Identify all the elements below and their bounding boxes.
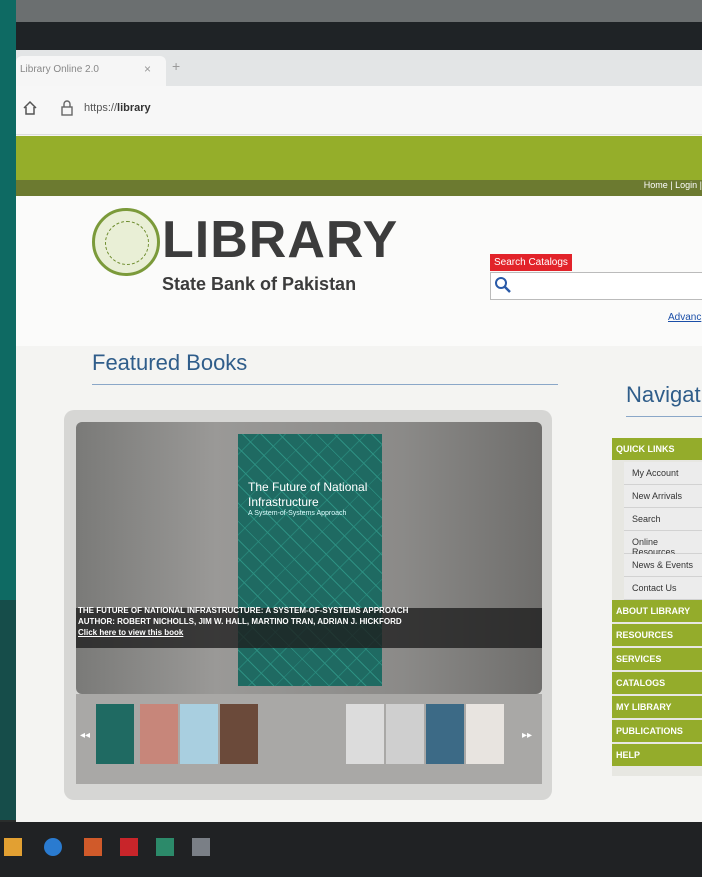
- nav-publications[interactable]: PUBLICATIONS: [612, 720, 702, 742]
- home-icon[interactable]: [22, 100, 38, 116]
- nav-label: QUICK LINKS: [616, 444, 675, 454]
- advanced-search-link[interactable]: Advanc: [668, 312, 701, 323]
- nav-label: Search: [632, 514, 661, 524]
- brand-subtitle: State Bank of Pakistan: [162, 274, 357, 294]
- tab-close-icon[interactable]: ×: [144, 62, 151, 76]
- sbp-seal-logo: [92, 208, 160, 276]
- book-caption-title: THE FUTURE OF NATIONAL INFRASTRUCTURE: A…: [78, 606, 409, 615]
- nav-catalogs[interactable]: CATALOGS: [612, 672, 702, 694]
- nav-item-news-events[interactable]: News & Events: [624, 554, 702, 577]
- book-cover-title: The Future of National Infrastructure: [248, 480, 368, 509]
- nav-label: SERVICES: [616, 654, 662, 664]
- url-text[interactable]: https://library: [84, 102, 151, 114]
- os-taskbar: [0, 822, 702, 877]
- seal-inner-ring: [105, 221, 149, 265]
- nav-quick-links[interactable]: QUICK LINKS: [612, 438, 702, 460]
- nav-item-online-resources[interactable]: Online Resources: [624, 531, 702, 557]
- taskbar-app-icon[interactable]: [4, 838, 22, 856]
- navigation-heading: Navigatio: [626, 382, 702, 407]
- taskbar-app-icon[interactable]: [192, 838, 210, 856]
- nav-label: ABOUT LIBRARY: [616, 606, 691, 616]
- book-thumbnail[interactable]: [386, 704, 424, 764]
- nav-label: Contact Us: [632, 583, 677, 593]
- taskbar-edge-icon[interactable]: [44, 838, 62, 856]
- featured-books-heading: Featured Books: [92, 350, 248, 375]
- book-thumbnail[interactable]: [96, 704, 134, 764]
- desk-background-left: [0, 0, 16, 600]
- navigation-divider: [626, 416, 702, 417]
- nav-resources[interactable]: RESOURCES: [612, 624, 702, 646]
- lock-icon: [61, 100, 73, 116]
- search-icon[interactable]: [494, 276, 512, 294]
- nav-label: News & Events: [632, 560, 694, 570]
- nav-my-library[interactable]: MY LIBRARY: [612, 696, 702, 718]
- nav-label: New Arrivals: [632, 491, 683, 501]
- nav-about-library[interactable]: ABOUT LIBRARY: [612, 600, 702, 622]
- site-dark-strip: [16, 180, 702, 196]
- nav-label: CATALOGS: [616, 678, 666, 688]
- nav-item-my-account[interactable]: My Account: [624, 462, 702, 485]
- navigation-menu: QUICK LINKS My Account New Arrivals Sear…: [612, 438, 702, 776]
- taskbar-pdf-icon[interactable]: [120, 838, 138, 856]
- brand-title: LIBRARY: [162, 211, 399, 269]
- browser-tab[interactable]: Library Online 2.0 ×: [16, 56, 166, 86]
- search-catalog-label: Search Catalogs: [490, 254, 572, 271]
- carousel-prev-button[interactable]: ◂◂: [80, 730, 90, 741]
- nav-item-search[interactable]: Search: [624, 508, 702, 531]
- top-link-home[interactable]: Home: [644, 180, 668, 190]
- book-thumbnail[interactable]: [220, 704, 258, 764]
- taskbar-app-icon[interactable]: [156, 838, 174, 856]
- top-links: Home | Login |: [644, 180, 702, 190]
- search-input[interactable]: [490, 272, 702, 300]
- nav-item-new-arrivals[interactable]: New Arrivals: [624, 485, 702, 508]
- nav-label: RESOURCES: [616, 630, 674, 640]
- nav-item-contact-us[interactable]: Contact Us: [624, 577, 702, 600]
- book-cover-subtitle: A System-of-Systems Approach: [248, 510, 347, 517]
- featured-divider: [92, 384, 558, 385]
- nav-label: MY LIBRARY: [616, 702, 672, 712]
- tab-bar: Library Online 2.0 × +: [16, 50, 702, 86]
- top-link-separator: |: [670, 180, 673, 190]
- book-thumbnail[interactable]: [426, 704, 464, 764]
- book-thumbnail[interactable]: [466, 704, 504, 764]
- book-thumbnail[interactable]: [140, 704, 178, 764]
- nav-label: My Account: [632, 468, 679, 478]
- desk-background-left-lower: [0, 600, 16, 820]
- nav-services[interactable]: SERVICES: [612, 648, 702, 670]
- tab-title: Library Online 2.0: [20, 64, 99, 75]
- book-caption-author: AUTHOR: ROBERT NICHOLLS, JIM W. HALL, MA…: [78, 617, 402, 626]
- book-thumbnail[interactable]: [346, 704, 384, 764]
- new-tab-icon[interactable]: +: [172, 58, 180, 74]
- taskbar-app-icon[interactable]: [84, 838, 102, 856]
- book-thumbnail[interactable]: [180, 704, 218, 764]
- book-cover-pattern: [238, 434, 382, 686]
- top-link-login[interactable]: Login: [675, 180, 697, 190]
- site-green-bar: [16, 136, 702, 180]
- carousel-next-button[interactable]: ▸▸: [522, 730, 532, 741]
- nav-help[interactable]: HELP: [612, 744, 702, 766]
- nav-label: PUBLICATIONS: [616, 726, 683, 736]
- address-bar[interactable]: https://library: [16, 86, 702, 135]
- view-book-link[interactable]: Click here to view this book: [78, 628, 183, 637]
- browser-window: Library Online 2.0 × + https://library H…: [16, 50, 702, 830]
- nav-label: HELP: [616, 750, 641, 760]
